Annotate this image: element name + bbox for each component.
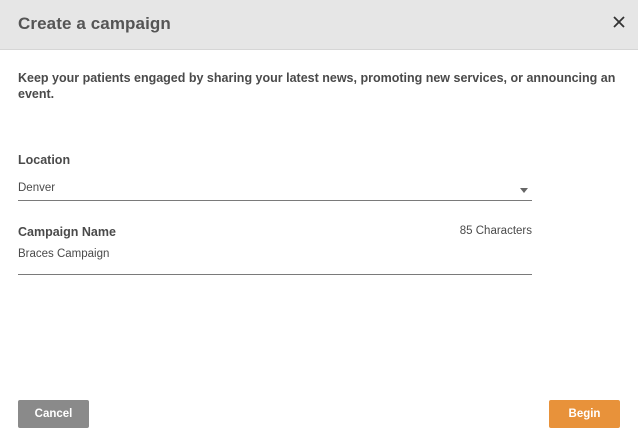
dialog-header: Create a campaign — [0, 0, 638, 50]
campaign-name-value: Braces Campaign — [18, 248, 110, 260]
begin-button[interactable]: Begin — [549, 400, 620, 428]
location-value: Denver — [18, 182, 56, 194]
location-label: Location — [18, 153, 71, 167]
close-icon[interactable] — [611, 14, 627, 30]
character-counter: 85 Characters — [459, 225, 532, 237]
dialog-title: Create a campaign — [18, 14, 171, 33]
dialog-intro-text: Keep your patients engaged by sharing yo… — [18, 71, 616, 101]
location-select[interactable]: Denver — [18, 181, 532, 201]
campaign-name-label: Campaign Name — [18, 225, 116, 239]
campaign-name-input[interactable]: Braces Campaign — [18, 247, 532, 275]
cancel-button[interactable]: Cancel — [18, 400, 89, 428]
caret-down-icon — [520, 188, 528, 193]
